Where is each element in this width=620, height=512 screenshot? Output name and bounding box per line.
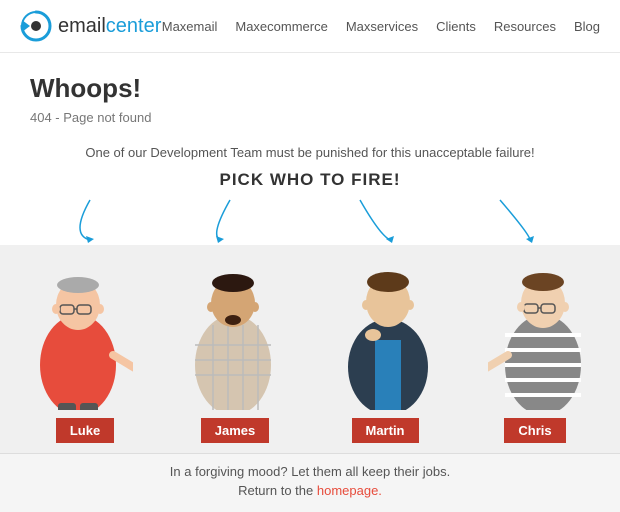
nav-resources[interactable]: Resources xyxy=(494,19,556,34)
logo: emailcenter xyxy=(20,10,161,42)
nav-blog[interactable]: Blog xyxy=(574,19,600,34)
martin-cell: Martin xyxy=(320,418,450,443)
main-nav: Maxemail Maxecommerce Maxservices Client… xyxy=(162,19,600,34)
person-martin xyxy=(323,255,453,410)
people-section xyxy=(0,245,620,410)
name-row: Luke James Martin Chris xyxy=(0,410,620,453)
luke-button[interactable]: Luke xyxy=(56,418,114,443)
arrows-area xyxy=(30,195,590,245)
person-martin-figure xyxy=(333,255,443,410)
person-chris-figure xyxy=(488,255,598,410)
james-button[interactable]: James xyxy=(201,418,269,443)
arrows-svg xyxy=(30,195,590,245)
nav-maxservices[interactable]: Maxservices xyxy=(346,19,418,34)
chris-cell: Chris xyxy=(470,418,600,443)
luke-cell: Luke xyxy=(20,418,150,443)
site-header: emailcenter Maxemail Maxecommerce Maxser… xyxy=(0,0,620,53)
return-text: Return to the homepage. xyxy=(20,483,600,498)
logo-icon xyxy=(20,10,52,42)
martin-button[interactable]: Martin xyxy=(352,418,419,443)
chris-button[interactable]: Chris xyxy=(504,418,565,443)
person-luke xyxy=(13,255,143,410)
nav-maxemail[interactable]: Maxemail xyxy=(162,19,218,34)
error-code: 404 - Page not found xyxy=(30,110,590,125)
whoops-heading: Whoops! xyxy=(30,73,590,104)
pick-title: PICK WHO TO FIRE! xyxy=(30,170,590,190)
person-chris xyxy=(478,255,608,410)
nav-clients[interactable]: Clients xyxy=(436,19,476,34)
logo-text: emailcenter xyxy=(58,15,161,38)
james-cell: James xyxy=(170,418,300,443)
forgiving-text: In a forgiving mood? Let them all keep t… xyxy=(20,464,600,479)
bottom-bar: In a forgiving mood? Let them all keep t… xyxy=(0,453,620,512)
person-james xyxy=(168,255,298,410)
person-luke-figure xyxy=(23,255,133,410)
subtitle-text: One of our Development Team must be puni… xyxy=(30,145,590,160)
homepage-link[interactable]: homepage. xyxy=(317,483,382,498)
person-james-figure xyxy=(178,255,288,410)
center-section: One of our Development Team must be puni… xyxy=(30,145,590,245)
nav-maxecommerce[interactable]: Maxecommerce xyxy=(235,19,327,34)
main-content: Whoops! 404 - Page not found One of our … xyxy=(0,53,620,245)
